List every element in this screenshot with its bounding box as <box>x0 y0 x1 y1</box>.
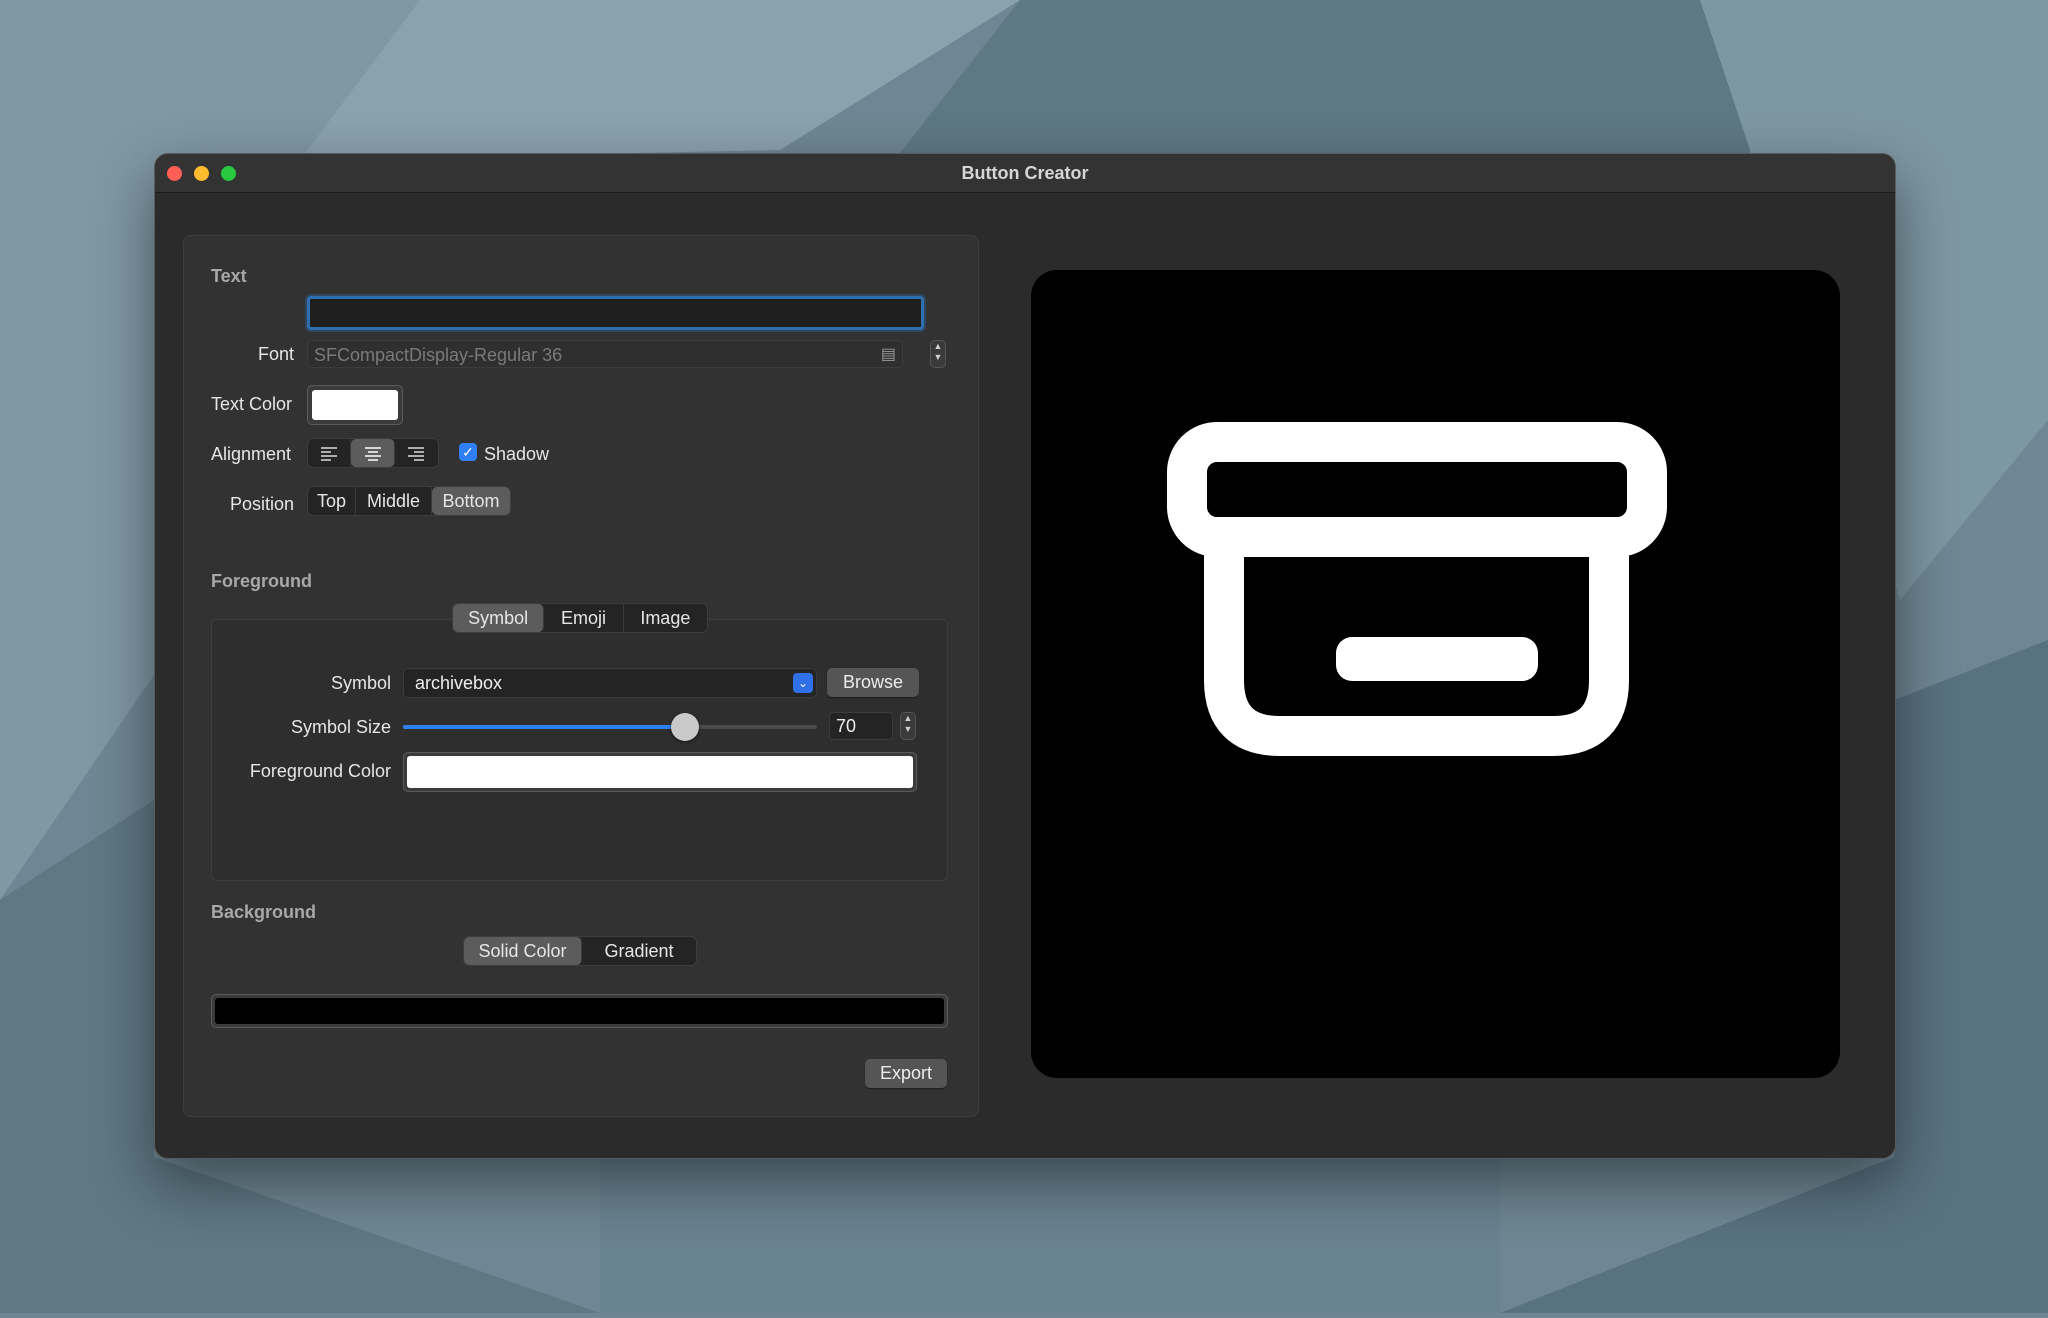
align-right-icon <box>408 447 425 461</box>
title-bar[interactable]: Button Creator <box>155 154 1895 193</box>
tab-gradient[interactable]: Gradient <box>582 937 696 965</box>
browse-button[interactable]: Browse <box>827 668 919 697</box>
text-color-label: Text Color <box>211 394 293 414</box>
position-label: Position <box>229 494 294 514</box>
export-button[interactable]: Export <box>865 1059 947 1088</box>
font-size-stepper[interactable]: ▲ ▼ <box>930 340 946 368</box>
text-color-swatch <box>312 390 398 420</box>
foreground-color-label: Foreground Color <box>249 761 391 781</box>
foreground-color-swatch <box>407 756 913 788</box>
shadow-checkbox[interactable]: ✓ <box>459 443 477 461</box>
button-preview <box>1031 270 1840 1078</box>
checkmark-icon: ✓ <box>462 444 474 460</box>
foreground-color-well[interactable] <box>403 752 917 792</box>
symbol-value: archivebox <box>415 673 503 693</box>
window-title: Button Creator <box>961 163 1089 183</box>
archivebox-icon <box>1167 422 1667 756</box>
foreground-tab-control[interactable]: Symbol Emoji Image <box>452 603 708 633</box>
font-panel-icon[interactable]: ▤ <box>881 341 896 369</box>
symbol-size-label: Symbol Size <box>290 717 391 737</box>
foreground-group-box <box>211 619 948 881</box>
button-text-input[interactable] <box>307 296 924 330</box>
font-field[interactable]: SFCompactDisplay-Regular 36 ▤ <box>307 340 903 368</box>
symbol-size-slider-knob[interactable] <box>671 713 699 741</box>
position-top-option[interactable]: Top <box>308 487 356 515</box>
chevron-down-icon: ⌄ <box>793 673 813 693</box>
position-segmented-control[interactable]: Top Middle Bottom <box>307 486 511 516</box>
background-tab-control[interactable]: Solid Color Gradient <box>463 936 697 966</box>
text-color-well[interactable] <box>307 385 403 425</box>
symbol-label: Symbol <box>330 673 391 693</box>
align-center-icon <box>364 447 381 461</box>
tab-emoji[interactable]: Emoji <box>544 604 624 632</box>
app-window: Button Creator Text Font SFCompactDispla… <box>154 153 1896 1159</box>
symbol-size-field[interactable]: 70 <box>829 712 893 740</box>
symbol-size-stepper[interactable]: ▲ ▼ <box>900 712 916 740</box>
background-section-heading: Background <box>211 902 317 922</box>
foreground-section-heading: Foreground <box>211 571 312 591</box>
alignment-segmented-control[interactable] <box>307 438 439 468</box>
align-center-button[interactable] <box>351 439 395 467</box>
background-color-well[interactable] <box>211 994 948 1028</box>
symbol-popup[interactable]: archivebox ⌄ <box>403 668 817 698</box>
position-bottom-option[interactable]: Bottom <box>432 487 510 515</box>
text-section-heading: Text <box>211 266 247 286</box>
alignment-label: Alignment <box>211 444 292 464</box>
settings-panel: Text Font SFCompactDisplay-Regular 36 ▤ … <box>183 235 979 1117</box>
tab-image[interactable]: Image <box>624 604 707 632</box>
shadow-label[interactable]: Shadow <box>484 444 549 465</box>
font-value: SFCompactDisplay-Regular 36 <box>314 345 563 365</box>
align-left-button[interactable] <box>308 439 352 467</box>
background-color-swatch <box>215 998 944 1024</box>
symbol-size-fill <box>403 725 685 729</box>
tab-symbol[interactable]: Symbol <box>453 604 545 632</box>
align-right-button[interactable] <box>395 439 438 467</box>
tab-solid-color[interactable]: Solid Color <box>464 937 582 965</box>
position-middle-option[interactable]: Middle <box>356 487 432 515</box>
font-label: Font <box>257 344 294 364</box>
align-left-icon <box>321 447 338 461</box>
